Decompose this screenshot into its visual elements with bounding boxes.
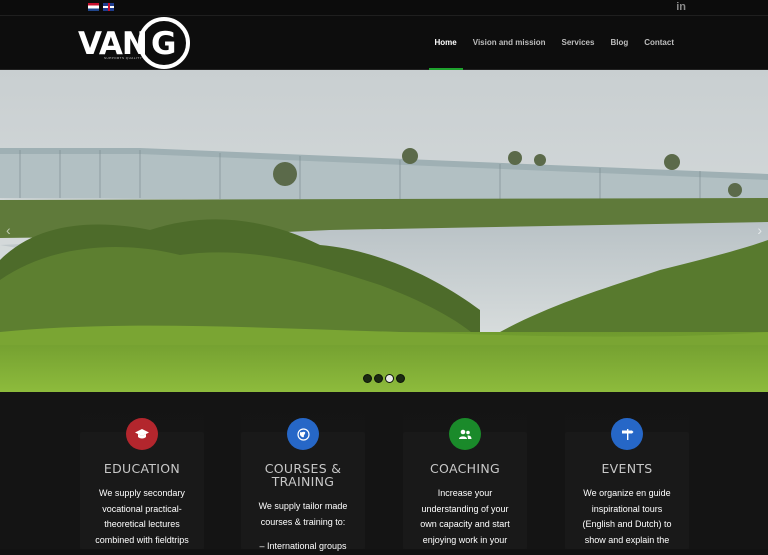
nav-blog[interactable]: Blog <box>602 16 636 70</box>
slider-dot-active[interactable] <box>385 374 394 383</box>
service-text-line: theoretical lectures <box>104 519 180 529</box>
site-logo[interactable]: VAN G SUPPORTS QUALITY <box>78 17 194 69</box>
nl-flag-icon[interactable] <box>88 3 99 11</box>
nav-vision-and-mission[interactable]: Vision and mission <box>465 16 554 70</box>
slider-prev-arrow[interactable]: ‹ <box>6 222 11 238</box>
service-text-line: – International groups <box>259 541 347 551</box>
service-text-line: We supply secondary <box>99 488 185 498</box>
logo-letter: G <box>151 26 177 62</box>
site-header: VAN G SUPPORTS QUALITY Home Vision and m… <box>0 16 768 70</box>
nav-services[interactable]: Services <box>554 16 603 70</box>
service-text-line: (English and Dutch) to <box>582 519 672 529</box>
linkedin-icon[interactable]: in <box>676 1 686 13</box>
top-bar: in <box>0 0 768 16</box>
hero-slider: ‹ › <box>0 70 768 392</box>
service-card-events[interactable]: EVENTS We organize en guide inspirationa… <box>565 392 689 549</box>
main-nav: Home Vision and mission Services Blog Co… <box>427 16 682 70</box>
service-text-line: vocational practical- <box>102 503 182 514</box>
service-text-line: courses & training to: <box>260 516 346 527</box>
service-text-line: inspirational tours <box>591 503 663 514</box>
service-text-line: Increase your <box>437 488 493 498</box>
service-text-line: We organize en guide <box>583 488 671 498</box>
slider-dot[interactable] <box>363 374 372 383</box>
slider-dot[interactable] <box>396 374 405 383</box>
signpost-icon <box>611 418 643 450</box>
globe-icon <box>287 418 319 450</box>
service-text-line: show and explain the <box>584 534 670 545</box>
users-icon <box>449 418 481 450</box>
service-card-courses-training[interactable]: COURSES & TRAINING We supply tailor made… <box>241 392 365 551</box>
services-section: EDUCATION We supply secondary vocational… <box>0 392 768 551</box>
slider-next-arrow[interactable]: › <box>757 222 762 238</box>
service-card-coaching[interactable]: COACHING Increase your understanding of … <box>403 392 527 549</box>
graduation-cap-icon <box>126 418 158 450</box>
uk-flag-icon[interactable] <box>103 3 114 11</box>
hero-landscape-image <box>0 70 768 392</box>
logo-tagline: SUPPORTS QUALITY <box>104 56 143 60</box>
service-text-line: own capacity and start <box>420 519 510 529</box>
slider-pagination <box>0 374 768 383</box>
service-text-line: enjoying work in your <box>422 534 508 545</box>
service-title: EDUCATION <box>103 461 181 476</box>
service-card-education[interactable]: EDUCATION We supply secondary vocational… <box>80 392 204 549</box>
nav-home[interactable]: Home <box>427 16 465 70</box>
service-text-line: combined with fieldtrips <box>95 534 189 545</box>
service-title: COACHING <box>430 461 500 476</box>
service-text-line: We supply tailor made <box>258 501 348 511</box>
service-title: EVENTS <box>601 461 653 476</box>
slider-dot[interactable] <box>374 374 383 383</box>
service-title: COURSES & TRAINING <box>264 461 342 489</box>
service-text-line: understanding of your <box>421 503 509 514</box>
nav-contact[interactable]: Contact <box>636 16 682 70</box>
